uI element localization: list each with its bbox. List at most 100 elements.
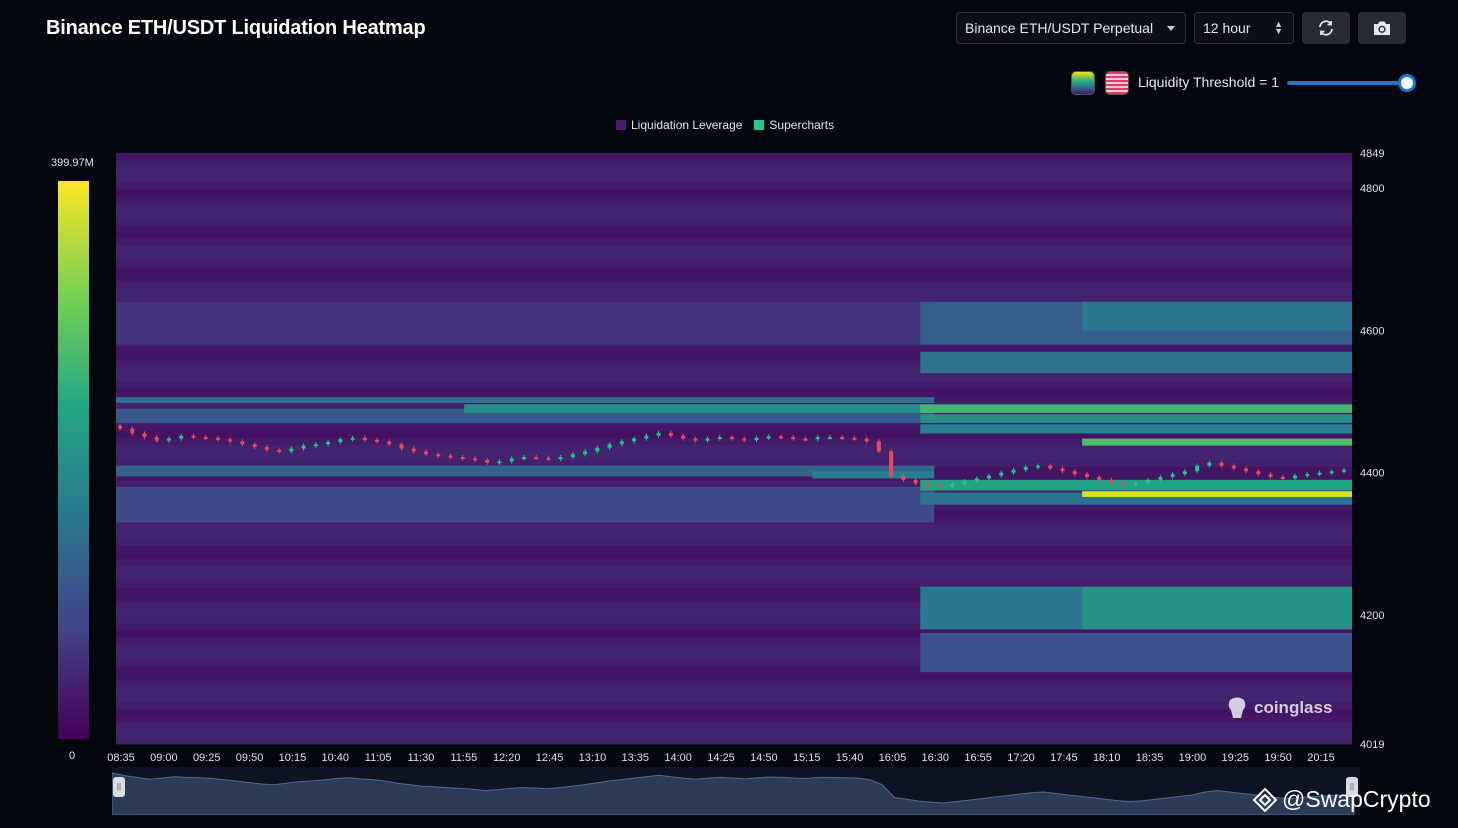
heatmap-cell-row <box>116 188 1352 197</box>
heatmap-cell-row <box>116 209 1352 218</box>
heatmap-cell-row <box>116 274 1352 282</box>
candle-body <box>766 436 771 439</box>
heatmap-cell-row <box>116 387 1352 396</box>
candle-body <box>1244 468 1249 472</box>
heatmap-cell-row <box>116 195 1352 204</box>
y-tick-label: 4200 <box>1360 610 1384 622</box>
candle-body <box>1060 468 1065 472</box>
candle-body <box>191 435 196 438</box>
candle-body <box>1011 469 1016 473</box>
candle-body <box>1170 474 1175 477</box>
candle-body <box>521 457 526 460</box>
candle-body <box>570 454 575 458</box>
heatmap-cell-row <box>116 530 1352 539</box>
heatmap-cell-row <box>116 444 1352 453</box>
candle-body <box>595 447 600 452</box>
candle-body <box>1195 465 1200 472</box>
heatmap-cell-row <box>116 252 1352 261</box>
heatmap-cell-row <box>116 153 1352 161</box>
candle-body <box>1182 471 1187 475</box>
heatmap-cell-row <box>116 281 1352 289</box>
candle-body <box>387 441 392 445</box>
heatmap-cell-row <box>116 181 1352 190</box>
candle-body <box>864 438 869 442</box>
heatmap-cell-row <box>116 537 1352 546</box>
candle-body <box>252 444 257 448</box>
candle-body <box>472 458 477 461</box>
heatmap-cell-row <box>116 523 1352 531</box>
heatmap-cell-row <box>116 679 1352 688</box>
x-tick-label: 14:25 <box>707 752 735 764</box>
heatmap-cell-row <box>116 687 1352 695</box>
heatmap-cell-row <box>116 167 1352 175</box>
candle-body <box>485 459 490 463</box>
candle-body <box>681 435 686 439</box>
candle-body <box>852 437 857 440</box>
heatmap-cell-row <box>116 722 1352 731</box>
candle-body <box>448 455 453 458</box>
candle-body <box>1305 474 1310 477</box>
candle-body <box>399 444 404 449</box>
heatmap-cell-row <box>116 160 1352 168</box>
candle-body <box>668 432 673 436</box>
candle-body <box>277 449 282 452</box>
candle-body <box>619 441 624 445</box>
x-tick-label: 08:35 <box>107 752 135 764</box>
x-tick-label: 18:35 <box>1136 752 1164 764</box>
heatmap-band <box>116 397 935 403</box>
heatmap-band <box>920 351 1352 374</box>
heatmap-cell-row <box>116 224 1352 232</box>
heatmap-cell-row <box>116 736 1352 745</box>
candle-body <box>203 437 208 440</box>
heatmap-cell-row <box>116 245 1352 254</box>
candle-body <box>889 451 894 477</box>
heatmap-cell-row <box>116 672 1352 681</box>
candle-body <box>876 441 881 452</box>
heatmap-cell-row <box>116 259 1352 268</box>
y-tick-label: 4600 <box>1360 325 1384 337</box>
heatmap-band <box>464 404 935 413</box>
candle-body <box>142 433 147 438</box>
candle-body <box>938 485 943 488</box>
heatmap-band <box>1082 438 1352 446</box>
x-tick-label: 14:00 <box>664 752 692 764</box>
x-tick-label: 09:00 <box>150 752 178 764</box>
navigator-left-handle[interactable]: || <box>113 777 125 797</box>
heatmap-band <box>116 486 935 523</box>
candle-body <box>1293 475 1298 479</box>
candle-body <box>166 438 171 441</box>
heatmap-band <box>1082 301 1352 331</box>
coinglass-logo-icon <box>1228 697 1246 718</box>
coinglass-watermark: coinglass <box>1226 696 1332 720</box>
candle-body <box>215 437 220 440</box>
watermark-text: coinglass <box>1254 698 1333 717</box>
candle-body <box>289 448 294 452</box>
candle-body <box>974 478 979 482</box>
candle-body <box>925 483 930 486</box>
x-tick-label: 10:15 <box>279 752 307 764</box>
x-tick-label: 13:10 <box>579 752 607 764</box>
candle-body <box>362 437 367 440</box>
candle-body <box>509 458 514 462</box>
x-tick-label: 11:30 <box>408 752 435 764</box>
candle-body <box>583 451 588 455</box>
candle-body <box>1133 482 1138 485</box>
y-tick-label: 4400 <box>1360 468 1384 480</box>
candle-body <box>840 437 845 440</box>
x-tick-label: 20:15 <box>1307 752 1335 764</box>
candle-body <box>950 484 955 487</box>
heatmap-cell-row <box>116 565 1352 574</box>
candle-body <box>1036 465 1040 468</box>
heatmap-band <box>920 414 1352 423</box>
heatmap-band <box>920 632 1352 673</box>
candle-body <box>546 457 551 460</box>
time-navigator[interactable] <box>111 767 1360 816</box>
heatmap-cell-row <box>116 452 1352 460</box>
candle-body <box>301 445 306 449</box>
x-tick-label: 16:05 <box>879 752 907 764</box>
heatmap-cell-row <box>116 174 1352 182</box>
navigator-area <box>111 772 1355 816</box>
candle-body <box>827 437 832 440</box>
candle-body <box>1084 474 1089 477</box>
y-tick-label: 4019 <box>1360 739 1384 751</box>
